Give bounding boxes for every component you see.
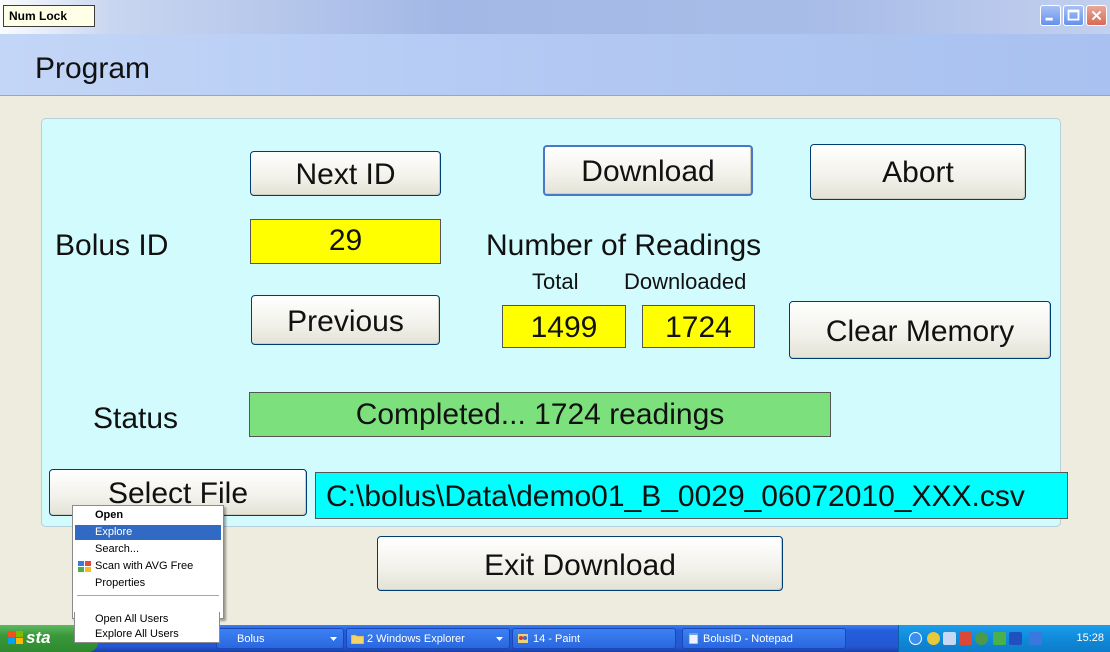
window-title-bar: Num Lock [0, 0, 1110, 34]
taskbar-item-notepad[interactable]: BolusID - Notepad [682, 628, 846, 649]
dropdown-arrow-icon [330, 637, 337, 641]
bolus-id-field: 29 [250, 219, 441, 264]
maximize-button[interactable] [1063, 5, 1084, 26]
file-path-field[interactable]: C:\bolus\Data\demo01_B_0029_06072010_XXX… [315, 472, 1068, 519]
task-label: BolusID - Notepad [703, 633, 793, 645]
task-label: 2 Windows Explorer [367, 633, 465, 645]
sync-icon[interactable] [975, 632, 988, 645]
number-of-readings-label: Number of Readings [486, 229, 762, 262]
menu-item-scan-avg[interactable]: Scan with AVG Free [75, 559, 221, 574]
menu-separator [77, 595, 219, 596]
start-label: sta [26, 628, 51, 647]
menu-item-open[interactable]: Open [75, 508, 221, 523]
dropdown-arrow-icon [496, 637, 503, 641]
menu-bar: Program [0, 34, 1110, 96]
menu-item-label: Scan with AVG Free [95, 560, 194, 572]
close-icon [1091, 10, 1102, 21]
downloaded-label: Downloaded [624, 269, 747, 294]
battery-icon[interactable] [1009, 632, 1022, 645]
paint-icon [518, 634, 528, 643]
minimize-button[interactable] [1040, 5, 1061, 26]
next-id-button[interactable]: Next ID [250, 151, 441, 196]
status-label: Status [93, 402, 179, 435]
chevron-left-icon[interactable] [909, 632, 922, 645]
downloaded-readings-field: 1724 [642, 305, 755, 348]
download-button[interactable]: Download [543, 145, 753, 196]
task-label: 14 - Paint [533, 633, 581, 645]
window-controls [1040, 5, 1107, 26]
menu-item-explore[interactable]: Explore [75, 525, 221, 540]
context-menu: Open Explore Search... Scan with AVG Fre… [72, 505, 224, 619]
clear-memory-button[interactable]: Clear Memory [789, 301, 1051, 359]
menu-program[interactable]: Program [35, 52, 150, 86]
menu-item-open-all-users[interactable]: Open All Users [74, 612, 220, 628]
total-readings-field: 1499 [502, 305, 626, 348]
system-tray: 15:28 [898, 625, 1110, 652]
folder-icon [351, 634, 364, 644]
num-lock-indicator: Num Lock [3, 5, 95, 27]
menu-item-explore-all-users[interactable]: Explore All Users [74, 627, 220, 643]
notepad-icon [688, 633, 699, 644]
exit-download-button[interactable]: Exit Download [377, 536, 783, 591]
speaker-icon[interactable] [943, 632, 956, 645]
bolus-id-label: Bolus ID [55, 229, 169, 262]
avg-icon [78, 561, 91, 572]
taskbar-item-paint[interactable]: 14 - Paint [512, 628, 676, 649]
status-field: Completed... 1724 readings [249, 392, 831, 437]
security-shield-icon[interactable] [927, 632, 940, 645]
taskbar-item-windows-explorer[interactable]: 2 Windows Explorer [346, 628, 510, 649]
close-button[interactable] [1086, 5, 1107, 26]
abort-button[interactable]: Abort [810, 144, 1026, 200]
clock[interactable]: 15:28 [1076, 632, 1104, 644]
avg-icon[interactable] [993, 632, 1006, 645]
maximize-icon [1067, 9, 1080, 21]
minimize-icon [1045, 17, 1053, 21]
menu-item-properties[interactable]: Properties [75, 576, 221, 591]
shield-icon[interactable] [1029, 632, 1042, 645]
task-label: Bolus [237, 633, 265, 645]
total-label: Total [532, 269, 579, 294]
taskbar-item-bolus[interactable]: Bolus [216, 628, 344, 649]
network-icon[interactable] [959, 632, 972, 645]
previous-button[interactable]: Previous [251, 295, 440, 345]
windows-logo-icon [8, 631, 23, 644]
menu-item-search[interactable]: Search... [75, 542, 221, 557]
